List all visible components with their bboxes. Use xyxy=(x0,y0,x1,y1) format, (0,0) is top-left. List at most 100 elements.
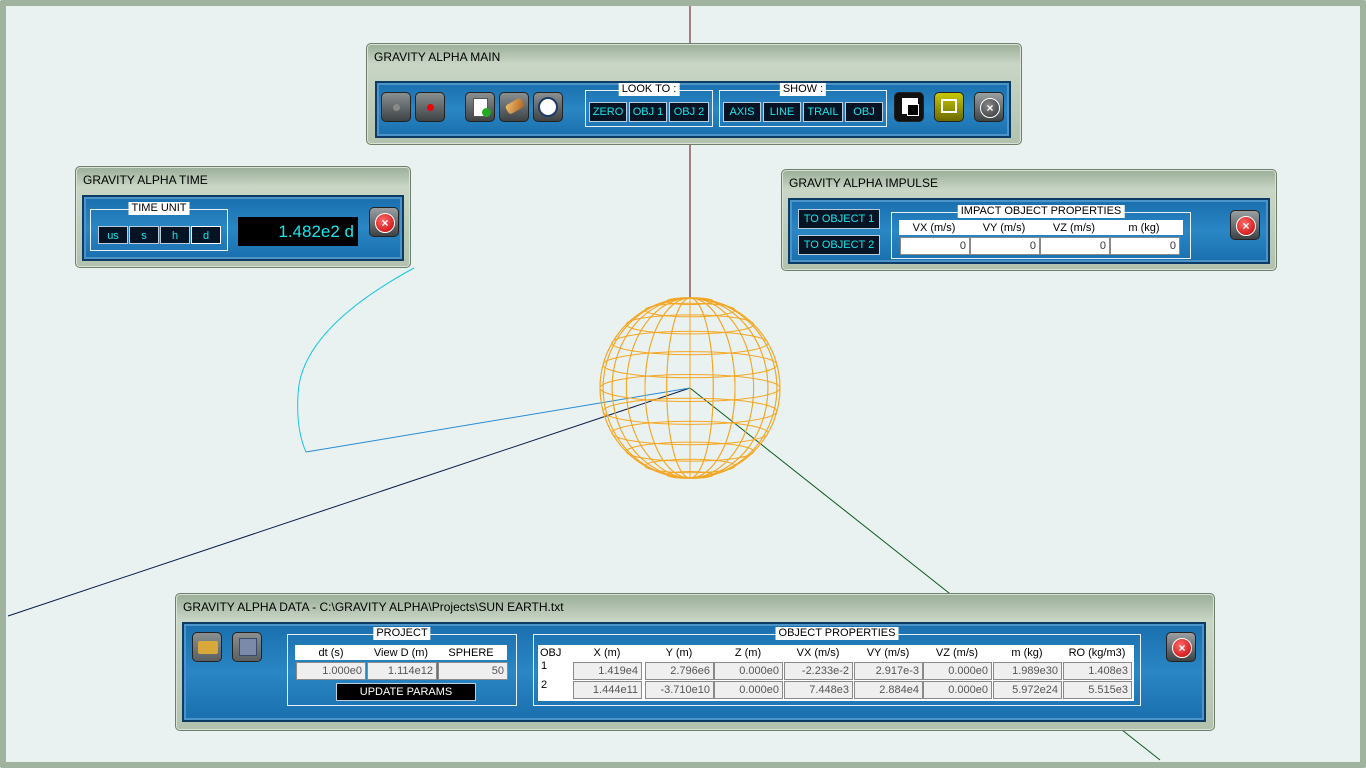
impact-vx-input[interactable]: 0 xyxy=(900,237,970,255)
show-line-button[interactable]: LINE xyxy=(763,102,801,122)
object-cell-z-m-[interactable]: 0.000e0 xyxy=(714,662,783,680)
object-header-7: m (kg) xyxy=(1011,647,1043,659)
impulse-window: GRAVITY ALPHA IMPULSE TO OBJECT 1 TO OBJ… xyxy=(781,169,1277,271)
satellite-button[interactable] xyxy=(499,92,529,122)
object-properties-group: OBJECT PROPERTIES OBJ X (m) Y (m) Z (m) VX (… xyxy=(533,627,1141,706)
object-header-1: X (m) xyxy=(593,647,621,659)
open-file-button[interactable] xyxy=(192,632,222,662)
impact-vy-input[interactable]: 0 xyxy=(970,237,1040,255)
impact-properties-group: IMPACT OBJECT PROPERTIES VX (m/s) VY (m/… xyxy=(891,205,1191,259)
impact-header-vz: VZ (m/s) xyxy=(1052,222,1096,234)
object-cell-m-kg-[interactable]: 1.989e30 xyxy=(993,662,1062,680)
object-header-3: Z (m) xyxy=(734,647,762,659)
show-obj-button[interactable]: OBJ xyxy=(845,102,883,122)
object-cell-vz-m-s-[interactable]: 0.000e0 xyxy=(923,681,992,699)
close-icon: × xyxy=(980,98,1000,118)
impact-header-m: m (kg) xyxy=(1128,222,1160,234)
main-toolbar: LOOK TO : ZERO OBJ 1 OBJ 2 SHOW : AXIS L… xyxy=(375,81,1011,138)
look-to-label: LOOK TO : xyxy=(618,83,680,96)
save-icon xyxy=(239,638,257,656)
show-trail-button[interactable]: TRAIL xyxy=(803,102,843,122)
impulse-window-title: GRAVITY ALPHA IMPULSE xyxy=(789,176,938,190)
unit-s-button[interactable]: s xyxy=(129,226,159,244)
update-params-button[interactable]: UPDATE PARAMS xyxy=(336,683,476,701)
close-icon: × xyxy=(1236,216,1256,236)
color-toggle-icon-inner xyxy=(907,104,919,116)
object-cell-vz-m-s-[interactable]: 0.000e0 xyxy=(923,662,992,680)
object-properties-label: OBJECT PROPERTIES xyxy=(775,627,899,640)
look-to-obj2-button[interactable]: OBJ 2 xyxy=(669,102,709,122)
orbit-trail xyxy=(297,267,415,453)
object-cell-ro-kg-m3-[interactable]: 5.515e3 xyxy=(1063,681,1132,699)
main-window: GRAVITY ALPHA MAIN LOOK TO : ZERO OBJ 1 … xyxy=(366,43,1022,145)
close-impulse-button[interactable]: × xyxy=(1230,210,1260,240)
time-display: 1.482e2 d xyxy=(238,217,358,246)
color-toggle-button[interactable] xyxy=(894,92,924,122)
object-link-line xyxy=(305,387,691,453)
object-cell-vx-m-s-[interactable]: 7.448e3 xyxy=(784,681,853,699)
sphere-input[interactable]: 50 xyxy=(438,662,508,680)
look-to-obj1-button[interactable]: OBJ 1 xyxy=(629,102,667,122)
stop-icon xyxy=(393,104,400,111)
object-cell-y-m-[interactable]: -3.710e10 xyxy=(645,681,714,699)
export-icon xyxy=(941,99,957,113)
object-cell-vy-m-s-[interactable]: 2.917e-3 xyxy=(854,662,923,680)
view-d-input[interactable]: 1.114e12 xyxy=(367,662,437,680)
project-header-sphere: SPHERE xyxy=(448,647,494,659)
save-file-button[interactable] xyxy=(232,632,262,662)
object-cell-ro-kg-m3-[interactable]: 1.408e3 xyxy=(1063,662,1132,680)
impact-header-vx: VX (m/s) xyxy=(912,222,956,234)
time-panel: TIME UNIT us s h d 1.482e2 d × xyxy=(82,195,404,261)
impact-vz-input[interactable]: 0 xyxy=(1040,237,1110,255)
object-header-5: VY (m/s) xyxy=(866,647,910,659)
object-header-8: RO (kg/m3) xyxy=(1068,647,1126,659)
object-cell-vy-m-s-[interactable]: 2.884e4 xyxy=(854,681,923,699)
show-label: SHOW : xyxy=(779,83,827,96)
object-cell-x-m-[interactable]: 1.444e11 xyxy=(573,681,642,699)
impact-m-input[interactable]: 0 xyxy=(1110,237,1180,255)
object-cell-x-m-[interactable]: 1.419e4 xyxy=(573,662,642,680)
object-cell-y-m-[interactable]: 2.796e6 xyxy=(645,662,714,680)
object-row-id: 2 xyxy=(541,679,548,691)
unit-h-button[interactable]: h xyxy=(160,226,190,244)
close-icon: × xyxy=(1172,638,1192,658)
look-to-zero-button[interactable]: ZERO xyxy=(589,102,627,122)
record-button[interactable] xyxy=(415,92,445,122)
clock-button[interactable] xyxy=(533,92,563,122)
record-icon xyxy=(427,104,434,111)
sun-sphere xyxy=(599,297,781,479)
close-data-button[interactable]: × xyxy=(1166,632,1196,662)
project-group: PROJECT dt (s) View D (m) SPHERE 1.000e0… xyxy=(287,627,517,706)
data-panel: PROJECT dt (s) View D (m) SPHERE 1.000e0… xyxy=(182,622,1206,722)
object-row-id: 1 xyxy=(541,660,548,672)
object-header-4: VX (m/s) xyxy=(796,647,840,659)
show-group: SHOW : AXIS LINE TRAIL OBJ xyxy=(719,83,887,127)
data-window: GRAVITY ALPHA DATA - C:\GRAVITY ALPHA\Pr… xyxy=(175,593,1215,731)
close-time-button[interactable]: × xyxy=(369,207,399,237)
object-cell-vx-m-s-[interactable]: -2.233e-2 xyxy=(784,662,853,680)
unit-d-button[interactable]: d xyxy=(191,226,221,244)
clock-icon xyxy=(538,97,558,117)
show-axis-button[interactable]: AXIS xyxy=(723,102,761,122)
unit-us-button[interactable]: us xyxy=(98,226,128,244)
object-properties-grid: OBJ X (m) Y (m) Z (m) VX (m/s) VY (m/s) VZ (m/… xyxy=(538,645,1134,701)
close-icon: × xyxy=(375,213,395,233)
stop-button[interactable] xyxy=(381,92,411,122)
dt-input[interactable]: 1.000e0 xyxy=(296,662,366,680)
data-window-title: GRAVITY ALPHA DATA - C:\GRAVITY ALPHA\Pr… xyxy=(183,600,564,614)
load-document-button[interactable] xyxy=(465,92,495,122)
look-to-group: LOOK TO : ZERO OBJ 1 OBJ 2 xyxy=(585,83,713,127)
to-object-1-button[interactable]: TO OBJECT 1 xyxy=(798,209,880,229)
project-label: PROJECT xyxy=(373,627,431,640)
impulse-panel: TO OBJECT 1 TO OBJECT 2 IMPACT OBJECT PR… xyxy=(788,198,1270,264)
time-unit-group: TIME UNIT us s h d xyxy=(90,202,228,251)
to-object-2-button[interactable]: TO OBJECT 2 xyxy=(798,235,880,255)
impact-header-vy: VY (m/s) xyxy=(982,222,1026,234)
object-cell-z-m-[interactable]: 0.000e0 xyxy=(714,681,783,699)
satellite-icon xyxy=(504,97,526,115)
close-app-button[interactable]: × xyxy=(974,92,1004,122)
export-button[interactable] xyxy=(934,92,964,122)
object-cell-m-kg-[interactable]: 5.972e24 xyxy=(993,681,1062,699)
time-window: GRAVITY ALPHA TIME TIME UNIT us s h d 1.… xyxy=(75,166,411,268)
folder-icon xyxy=(198,641,218,654)
